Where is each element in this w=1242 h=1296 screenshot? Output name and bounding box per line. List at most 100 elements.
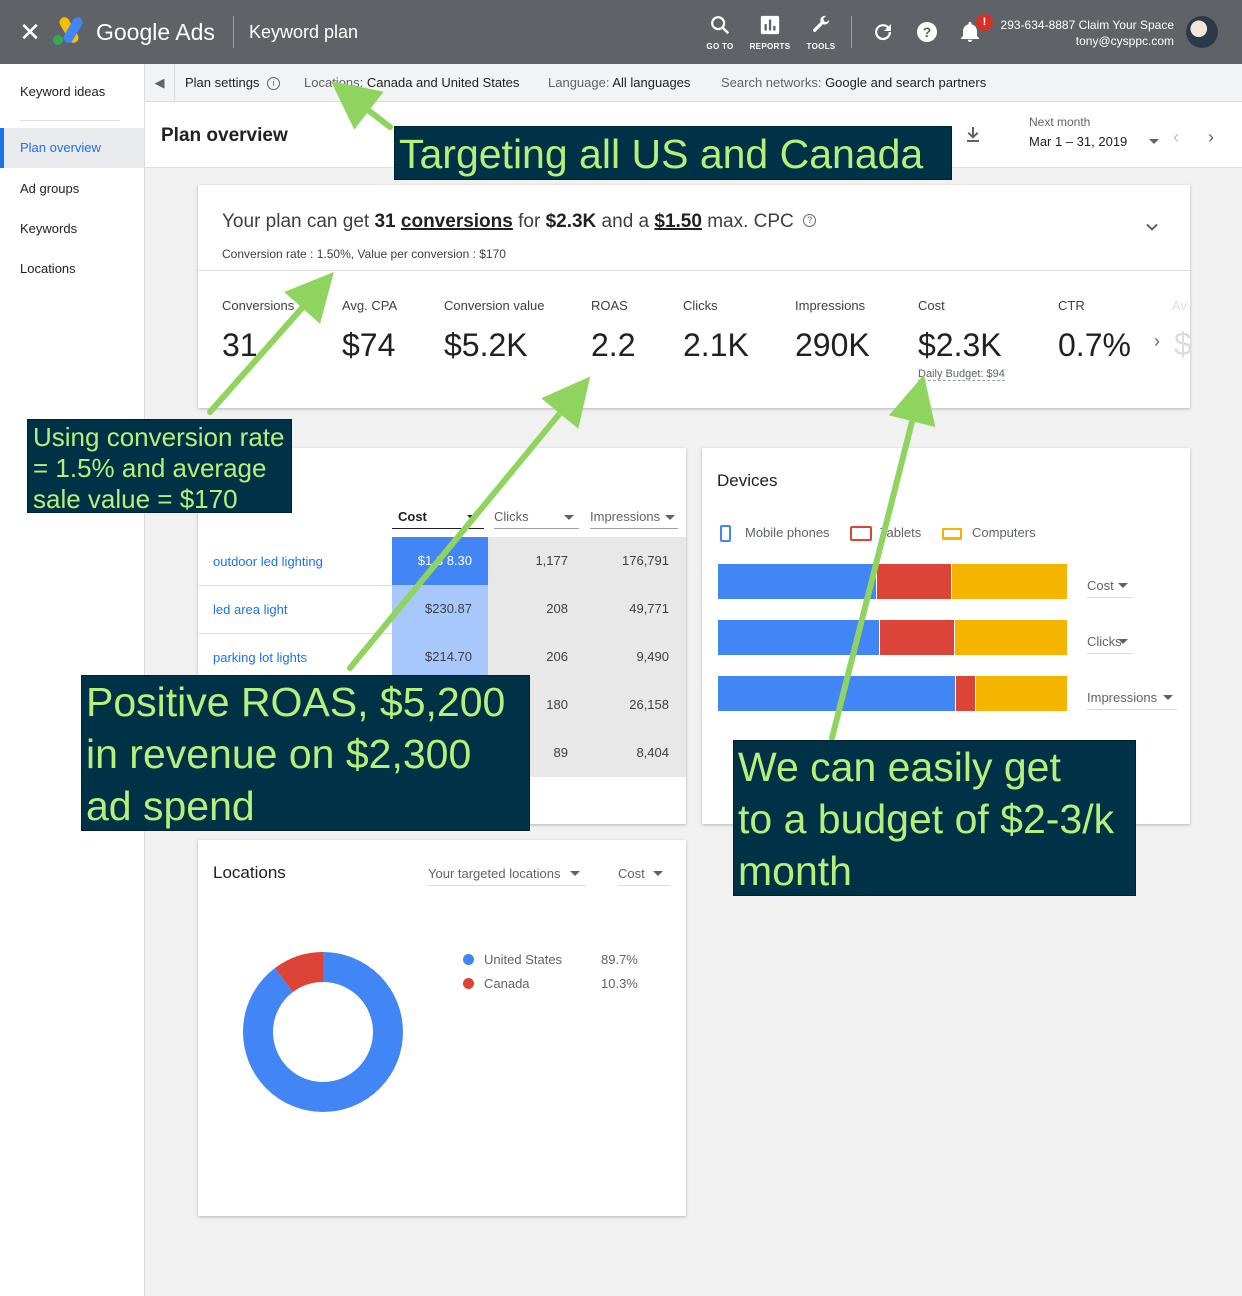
metric-value: 290K	[795, 327, 870, 363]
daily-budget[interactable]: Daily Budget: $94	[918, 368, 1005, 381]
row-divider	[198, 633, 392, 634]
metric-avg-cpa[interactable]: Avg. CPA $74	[342, 298, 397, 364]
close-icon[interactable]: ✕	[16, 18, 44, 46]
tools-button[interactable]: TOOLS	[795, 12, 847, 56]
conversions-link[interactable]: conversions	[401, 211, 513, 232]
chevron-down-icon[interactable]	[1144, 219, 1160, 235]
download-icon[interactable]	[963, 124, 983, 144]
language-setting[interactable]: Language: All languages	[548, 64, 690, 102]
metric-conversions[interactable]: Conversions 31	[222, 298, 294, 364]
impressions-value: 9,490	[636, 649, 669, 664]
max-cpc-link[interactable]: $1.50	[654, 211, 702, 232]
metric-select[interactable]: Clicks	[1087, 634, 1133, 654]
notification-badge[interactable]: !	[976, 14, 993, 31]
sidebar-divider	[20, 120, 120, 121]
annotation-line: ad spend	[86, 783, 255, 829]
sort-down-icon[interactable]	[467, 515, 477, 520]
metric-clicks[interactable]: Clicks 2.1K	[683, 298, 749, 364]
bar-segment-computer[interactable]	[952, 564, 1068, 599]
column-header-impressions[interactable]: Impressions	[590, 509, 660, 524]
conversion-rate-line: Conversion rate : 1.50%, Value per conve…	[222, 247, 506, 261]
metric-label: Cost	[918, 298, 945, 313]
chevron-down-icon[interactable]	[564, 515, 574, 520]
row-divider	[198, 585, 392, 586]
metric-select[interactable]: Cost	[1087, 578, 1133, 598]
bar-segment-tablet[interactable]	[956, 676, 976, 711]
metric-impressions[interactable]: Impressions 290K	[795, 298, 870, 364]
chevron-down-icon[interactable]	[665, 515, 675, 520]
reports-button[interactable]: REPORTS	[744, 12, 796, 56]
avatar[interactable]	[1186, 16, 1218, 48]
annotation-line: to a budget of $2-3/k	[738, 796, 1115, 842]
plan-settings-link[interactable]: Plan settings i	[185, 64, 281, 102]
sidebar-item-plan-overview[interactable]: Plan overview	[0, 128, 144, 168]
networks-setting[interactable]: Search networks: Google and search partn…	[721, 64, 986, 102]
annotation-line: = 1.5% and average	[33, 453, 267, 483]
chevron-left-icon[interactable]: ‹	[1173, 128, 1179, 146]
metric-value: 0.7%	[1058, 327, 1131, 363]
donut-slice-united-states[interactable]	[243, 952, 403, 1112]
annotation-line: month	[738, 848, 852, 894]
sidebar-item-keywords[interactable]: Keywords	[0, 209, 144, 249]
clicks-value: 208	[546, 601, 568, 616]
legend-dot	[463, 954, 474, 965]
goto-button[interactable]: GO TO	[694, 12, 746, 56]
metric-roas[interactable]: ROAS 2.2	[591, 298, 635, 364]
metric-conversion-value[interactable]: Conversion value $5.2K	[444, 298, 544, 364]
language-setting-label: Language:	[548, 75, 610, 90]
locations-setting[interactable]: Locations: Canada and United States	[304, 64, 519, 102]
bar-segment-tablet[interactable]	[880, 620, 955, 655]
legend-label: Computers	[972, 525, 1036, 540]
chevron-down-icon	[1163, 695, 1173, 700]
collapse-sidebar-button[interactable]: ◀	[145, 64, 175, 102]
sidebar-item-locations[interactable]: Locations	[0, 249, 144, 289]
metric-label: Impressions	[795, 298, 866, 313]
impressions-value: 176,791	[622, 553, 669, 568]
section-title: Plan overview	[161, 125, 288, 146]
date-range-select[interactable]: Mar 1 – 31, 2019	[1029, 134, 1127, 149]
metric-select[interactable]: Impressions	[1087, 690, 1177, 710]
metric-cost[interactable]: Cost $2.3K	[918, 298, 1002, 364]
plan-settings-label: Plan settings	[185, 75, 260, 90]
chevron-right-icon[interactable]: ›	[1154, 331, 1160, 352]
select-label: Cost	[1087, 578, 1114, 593]
column-header-cost[interactable]: Cost	[398, 509, 427, 524]
cost-select[interactable]: Cost	[618, 866, 670, 886]
refresh-icon[interactable]	[871, 20, 895, 44]
cost-value: $214.70	[425, 649, 472, 664]
bar-segment-tablet[interactable]	[877, 564, 952, 599]
legend-label: Mobile phones	[745, 525, 830, 540]
chevron-down-icon[interactable]	[1149, 139, 1159, 144]
metric-label: Conversion value	[444, 298, 545, 313]
cost-value: $1,3 8.30	[417, 553, 472, 568]
column-header-clicks[interactable]: Clicks	[494, 509, 529, 524]
clicks-value: 1,177	[535, 553, 568, 568]
chevron-right-icon[interactable]: ›	[1208, 128, 1214, 146]
bar-segment-computer[interactable]	[976, 676, 1068, 711]
metric-ctr[interactable]: CTR 0.7%	[1058, 298, 1131, 364]
metric-value: $74	[342, 327, 396, 363]
annotation-line: in revenue on $2,300	[86, 731, 472, 777]
bar-segment-mobile[interactable]	[718, 564, 877, 599]
sidebar-item-ad-groups[interactable]: Ad groups	[0, 169, 144, 209]
bar-segment-mobile[interactable]	[718, 676, 956, 711]
legend-dot	[463, 978, 474, 989]
keyword-link[interactable]: outdoor led lighting	[213, 554, 323, 569]
help-icon[interactable]: ?	[915, 20, 939, 44]
google-ads-logo-icon	[53, 17, 83, 45]
language-setting-value: All languages	[612, 75, 691, 90]
bar-segment-computer[interactable]	[955, 620, 1068, 655]
annotation-line: sale value = $170	[33, 484, 238, 514]
targeted-locations-select[interactable]: Your targeted locations	[428, 866, 586, 886]
help-icon[interactable]: ?	[803, 214, 817, 227]
keyword-link[interactable]: parking lot lights	[213, 650, 307, 665]
metric-value-faded: $	[1174, 326, 1192, 362]
divider	[233, 16, 234, 48]
wrench-icon	[812, 15, 830, 32]
metric-label: Conversions	[222, 298, 295, 313]
account-info[interactable]: 293-634-8887 Claim Your Space tony@cyspp…	[1001, 17, 1174, 49]
bar-segment-mobile[interactable]	[718, 620, 880, 655]
metric-label: CTR	[1058, 298, 1085, 313]
keyword-link[interactable]: led area light	[213, 602, 287, 617]
sidebar-item-keyword-ideas[interactable]: Keyword ideas	[0, 72, 144, 112]
